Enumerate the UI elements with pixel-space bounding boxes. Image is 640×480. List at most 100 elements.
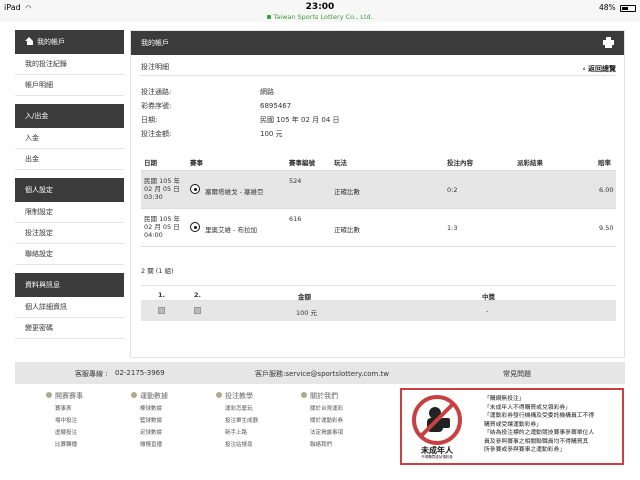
footer-link[interactable]: 關於運動彩券 — [310, 415, 343, 427]
bet-date-time: 04:00 — [144, 231, 163, 239]
address-bar[interactable]: Taiwan Sports Lottery Co., Ltd. — [0, 13, 640, 21]
sidebar-item-contact-settings[interactable]: 聯絡設定 — [15, 244, 124, 265]
footer-link[interactable]: 棒球數據 — [140, 403, 168, 415]
bullet-icon — [216, 392, 222, 398]
faq-link[interactable]: 常見問題 — [503, 369, 531, 379]
sidebar-item-withdraw[interactable]: 出金 — [15, 149, 124, 170]
col-leg-2: 2. — [194, 291, 201, 299]
footer-link[interactable]: 虛擬投注 — [55, 427, 83, 439]
footer-link[interactable]: 籃球數據 — [140, 415, 168, 427]
info-value: 100 元 — [260, 130, 283, 138]
col-content: 投注內容 — [447, 159, 473, 167]
footer-column-title-text: 關於我們 — [310, 392, 338, 400]
footer-link[interactable]: 聯絡我們 — [310, 439, 343, 451]
footer-link[interactable]: 運彩怎麼玩 — [225, 403, 258, 415]
lock-icon — [267, 15, 272, 19]
battery-percent: 48% — [598, 3, 616, 12]
soccer-ball-icon — [190, 184, 200, 194]
info-row-amount: 投注金額: 100 元 — [141, 127, 441, 141]
sidebar-header-label: 我的帳戶 — [37, 38, 65, 46]
bet-play: 正確比數 — [334, 188, 360, 196]
bet-date-day: 02 月 05 日 — [144, 185, 180, 193]
combo-summary: 2 關 (1 組) — [141, 267, 174, 275]
bet-date: 民國 105 年 02 月 05 日 04:00 — [144, 215, 180, 239]
page-title: 投注明細 — [141, 63, 169, 71]
battery-indicator: 48% — [599, 3, 636, 12]
sidebar-item-bet-history[interactable]: 我的投注紀錄 — [15, 54, 124, 75]
bet-match-no: 616 — [289, 215, 302, 223]
sidebar-item-account-details[interactable]: 帳戶明細 — [15, 75, 124, 96]
footer-link[interactable]: 橄欖直播 — [140, 439, 168, 451]
print-icon[interactable] — [603, 37, 614, 48]
warning-line: 員及參與賽事之相關聯職員均不得購買其 — [484, 438, 589, 445]
col-match: 賽事 — [190, 159, 203, 167]
bet-play: 正確比數 — [334, 226, 360, 234]
combo-win: - — [486, 307, 489, 315]
prohibition-icon — [412, 395, 462, 445]
footer-column-title-text: 開賽賽事 — [55, 392, 83, 400]
bet-date: 民國 105 年 02 月 05 日 03:30 — [144, 177, 180, 201]
info-value: 6895467 — [260, 102, 292, 110]
bet-detail-panel: 我的帳戶 投注明細 ‹ 返回總覽 投注通路: 網路 彩券序號: 6895467 日期… — [130, 30, 625, 358]
warning-line: 所參賽或參與賽事之運動彩券」 — [484, 447, 566, 453]
clock: 23:00 — [305, 2, 335, 12]
battery-icon — [620, 4, 636, 12]
bet-content: 1:3 — [447, 224, 458, 232]
bullet-icon — [46, 392, 52, 398]
leg-1-checkbox[interactable] — [158, 307, 165, 314]
combo-amount: 100 元 — [296, 309, 317, 317]
bet-info: 投注通路: 網路 彩券序號: 6895467 日期: 民國 105 年 02 月 04… — [141, 85, 441, 141]
bet-date-year: 民國 105 年 — [144, 215, 181, 223]
ios-status-bar: iPad ◠ 23:00 Taiwan Sports Lottery Co., … — [0, 0, 640, 22]
main-header-title: 我的帳戶 — [141, 39, 169, 47]
footer-link[interactable]: 比賽轉播 — [55, 439, 83, 451]
bet-odds: 9.50 — [599, 224, 614, 232]
col-odds: 賠率 — [598, 159, 611, 167]
footer-link[interactable]: 投注站搜尋 — [225, 439, 258, 451]
underage-warning: 未成年人 不得購買或兌領彩券 「購網無投注」 「未成年人不得購買或兌領彩券」 「… — [400, 388, 624, 465]
col-match-no: 賽事編號 — [289, 159, 315, 167]
footer-link[interactable]: 新手上路 — [225, 427, 258, 439]
footer-link[interactable]: 關於台灣運彩 — [310, 403, 343, 415]
warning-line: 購買或受讓運動彩券」 — [484, 421, 542, 428]
service-email[interactable]: 客戶服務:service@sportslottery.com.tw — [255, 369, 389, 379]
sidebar-item-personal-info[interactable]: 個人詳細資訊 — [15, 297, 124, 318]
col-date: 日期 — [144, 159, 157, 167]
footer-link[interactable]: 法定揭露事項 — [310, 427, 343, 439]
combo-table-header: 1. 2. 金額 中獎 — [141, 285, 616, 301]
col-play: 玩法 — [334, 159, 347, 167]
sidebar-header[interactable]: 我的帳戶 — [15, 30, 124, 54]
back-to-overview-link[interactable]: ‹ 返回總覽 — [583, 64, 616, 74]
leg-2-checkbox[interactable] — [194, 307, 201, 314]
hotline-label: 客服專線 : — [75, 370, 108, 378]
footer-column-title: 運動數據 — [131, 391, 168, 403]
bullet-icon — [131, 392, 137, 398]
battery-fill — [622, 6, 628, 10]
footer-column: 關於我們 關於台灣運彩 關於運動彩券 法定揭露事項 聯絡我們 — [301, 391, 343, 451]
footer-link[interactable]: 場中投注 — [55, 415, 83, 427]
sidebar-item-limit-settings[interactable]: 限制設定 — [15, 202, 124, 223]
col-amount: 金額 — [298, 293, 311, 301]
footer-link[interactable]: 投注單生成器 — [225, 415, 258, 427]
sidebar-item-bet-settings[interactable]: 投注設定 — [15, 223, 124, 244]
bet-date-time: 03:30 — [144, 193, 163, 201]
info-row-date: 日期: 民國 105 年 02 月 04 日 — [141, 113, 441, 127]
sidebar-item-change-password[interactable]: 變更密碼 — [15, 318, 124, 339]
bet-match: 里奧艾維 - 布拉加 — [205, 226, 257, 234]
sidebar-item-deposit[interactable]: 入金 — [15, 128, 124, 149]
col-leg-1: 1. — [158, 291, 165, 299]
footer-link[interactable]: 足球數據 — [140, 427, 168, 439]
warning-line: 「購網無投注」 — [484, 396, 525, 402]
info-label: 投注金額: — [141, 130, 172, 138]
footer-link[interactable]: 賽事表 — [55, 403, 83, 415]
warning-line: 「運動彩券發行機構及受委託機構員工不得 — [484, 413, 595, 419]
sidebar-group-deposit-withdraw: 入/出金 — [15, 104, 124, 128]
bullet-icon — [301, 392, 307, 398]
hotline-number[interactable]: 02-2175-3969 — [115, 369, 165, 377]
info-label: 投注通路: — [141, 88, 172, 96]
footer-column-title: 投注教學 — [216, 391, 258, 403]
main-header: 我的帳戶 — [131, 31, 624, 55]
warning-text: 「購網無投注」 「未成年人不得購買或兌領彩券」 「運動彩券發行機構及受委託機構員… — [484, 395, 622, 455]
no-minors-graphic: 未成年人 不得購買或兌領彩券 — [408, 394, 466, 460]
bet-odds: 6.00 — [599, 186, 614, 194]
